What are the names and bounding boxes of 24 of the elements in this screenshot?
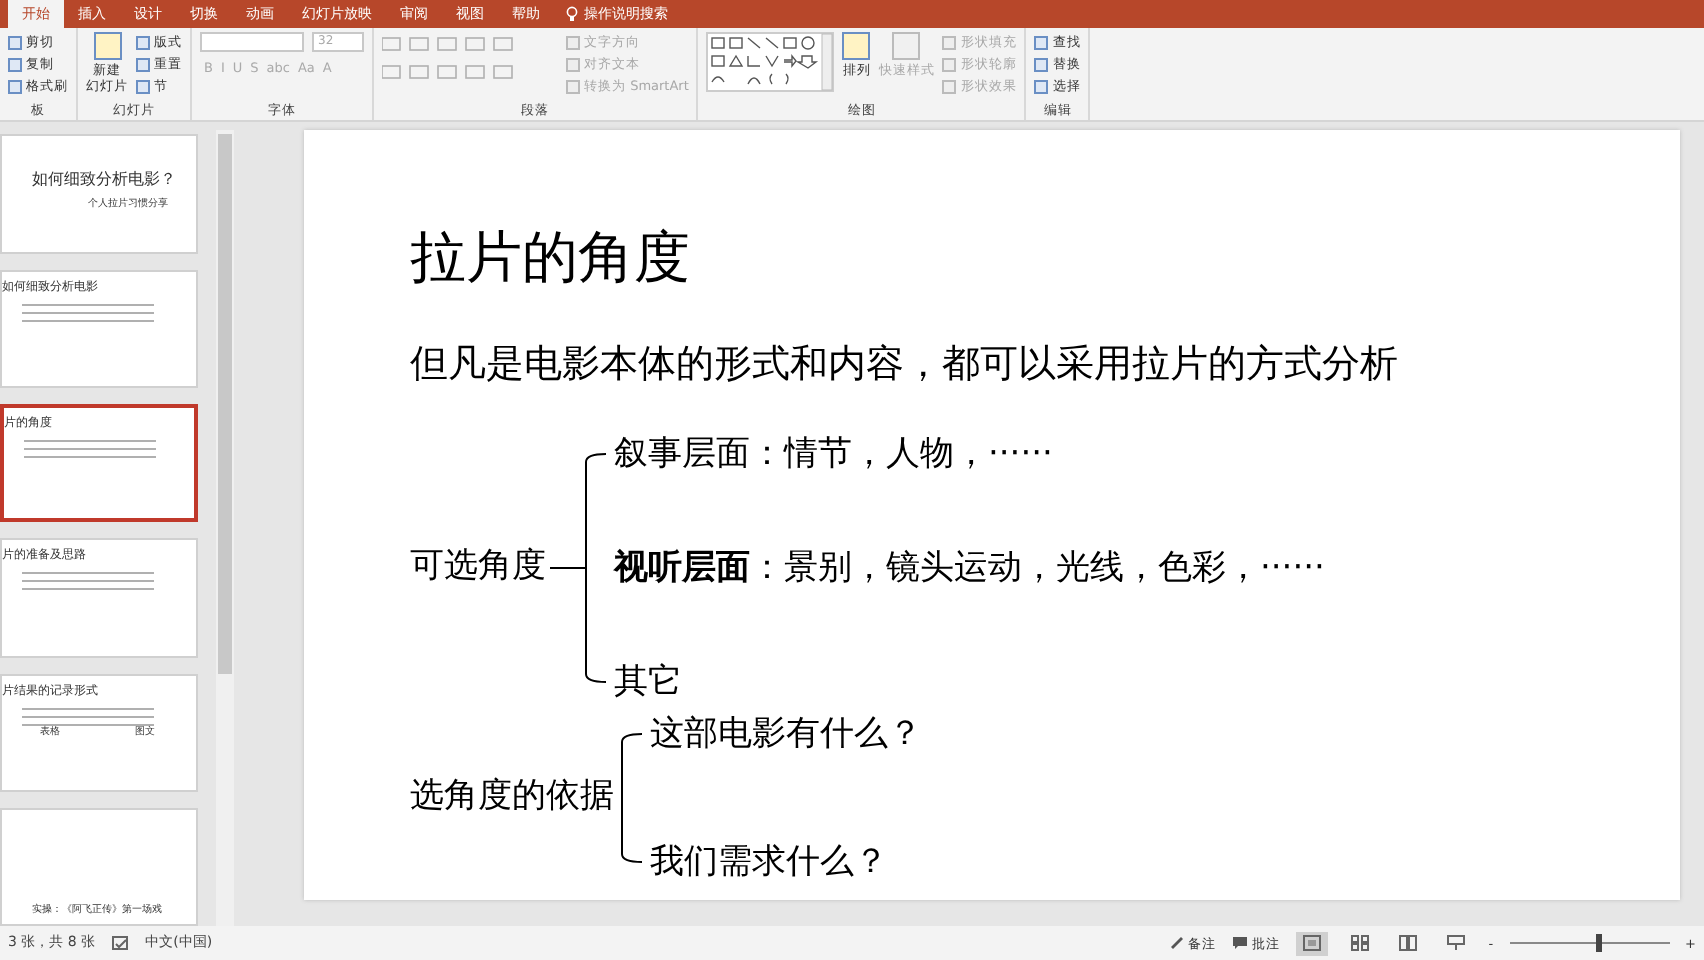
slide-title: 拉片的角度: [410, 222, 692, 294]
shapes-gallery-icon[interactable]: [706, 32, 835, 92]
font-name-field[interactable]: [200, 32, 304, 52]
branch-text: 这部电影有什么？: [650, 712, 922, 756]
tree-label: 选角度的依据: [410, 774, 614, 821]
view-button[interactable]: [1296, 931, 1329, 955]
lightbulb-icon: [566, 6, 578, 22]
branch-text: 我们需求什么？: [650, 840, 890, 884]
thumbnail-title: 如何细致分析电影？: [30, 168, 178, 192]
branch-text: 叙事层面：情节，人物，······: [614, 432, 1055, 476]
branch-text: 其它: [614, 660, 684, 704]
tree-label: 可选角度: [410, 544, 546, 591]
thumbnail-text-lines: [24, 440, 156, 459]
thumbnail-text-lines: [22, 572, 154, 591]
command-icon: [93, 32, 121, 60]
comment-icon: [1232, 936, 1249, 950]
thumbnail-text-lines: [22, 303, 154, 322]
scrollbar[interactable]: [216, 130, 234, 926]
thumbnail-text-lines: [22, 707, 154, 726]
command-icon: [842, 32, 871, 60]
spellcheck-icon[interactable]: [111, 935, 130, 951]
slide-text: 但凡是电影本体的形式和内容，都可以采用拉片的方式分析: [410, 340, 1400, 390]
branch-text: 视听层面：景别，镜头运动，光线，色彩，······: [614, 546, 1325, 590]
notes-icon: [1170, 936, 1185, 950]
